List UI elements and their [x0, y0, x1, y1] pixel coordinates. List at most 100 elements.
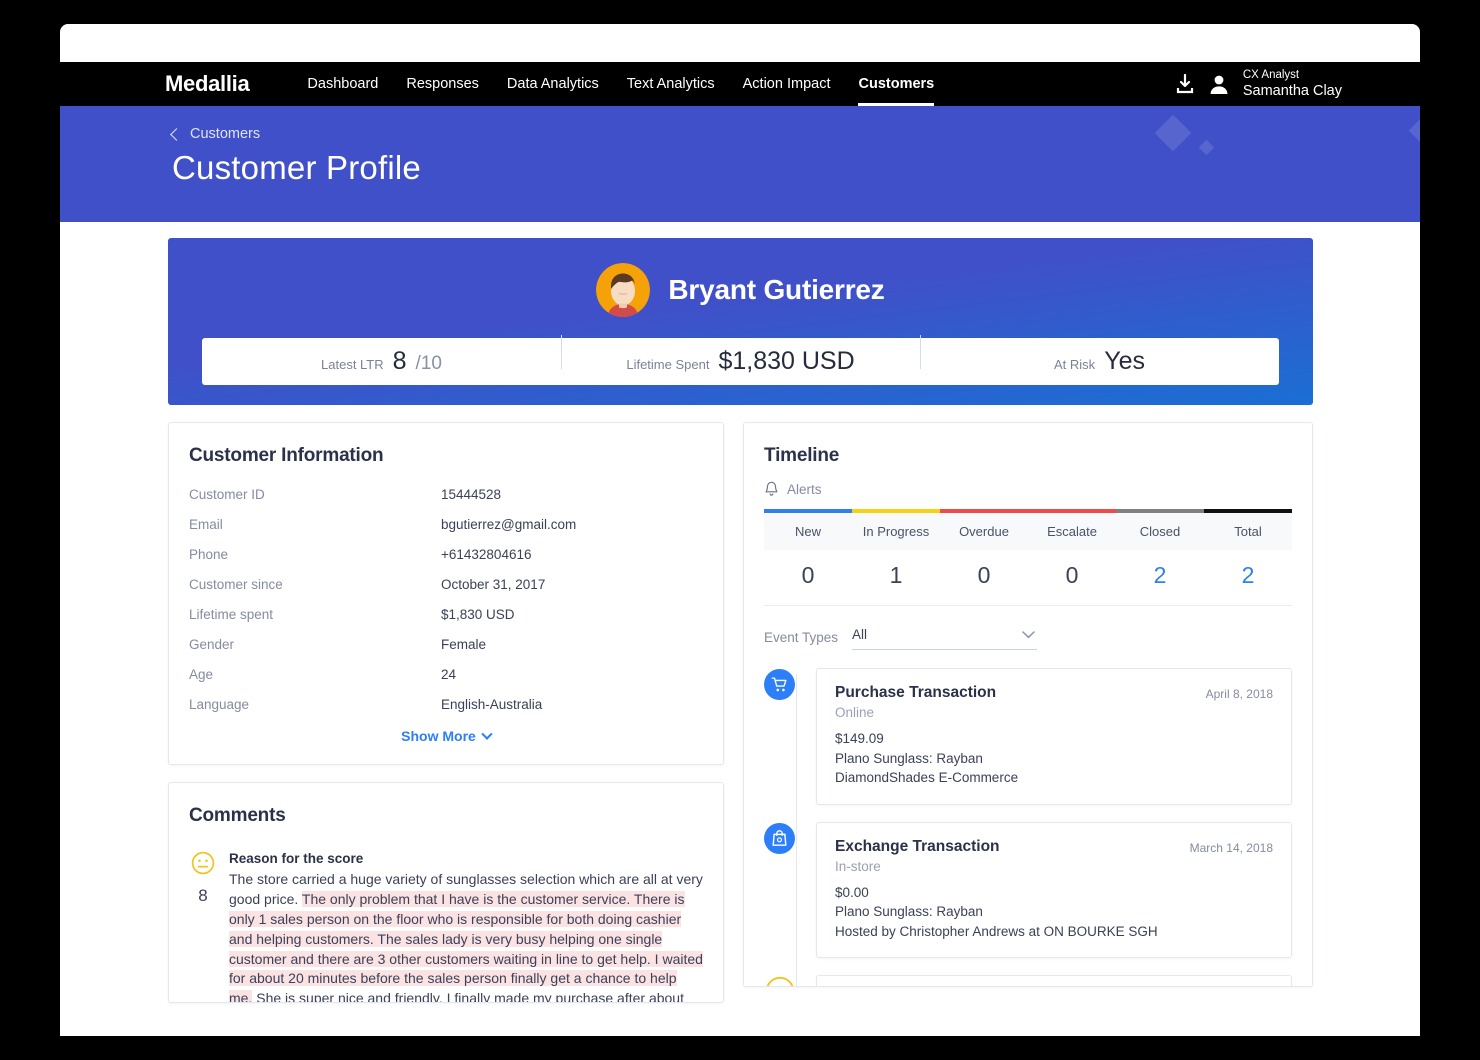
stat-label: Latest LTR	[321, 357, 384, 372]
page-title: Customer Profile	[172, 149, 421, 187]
customer-information-card: Customer Information Customer ID 1544452…	[168, 422, 724, 765]
top-navigation-bar: Medallia Dashboard Responses Data Analyt…	[60, 62, 1420, 106]
left-column: Customer Information Customer ID 1544452…	[168, 422, 724, 1036]
alerts-count[interactable]: 2	[1204, 550, 1292, 605]
alerts-header-row: NewIn ProgressOverdueEscalateClosedTotal	[764, 513, 1292, 550]
stat-latest-ltr: Latest LTR 8 /10	[202, 347, 561, 376]
info-key: Email	[189, 517, 441, 532]
timeline-event-card[interactable]: Purchase Transaction February 26, 2017 I…	[816, 975, 1292, 987]
user-avatar-icon[interactable]	[1209, 73, 1229, 95]
timeline-events: Purchase Transaction April 8, 2018 Onlin…	[764, 668, 1292, 987]
timeline-event-detail-line: DiamondShades E-Commerce	[835, 768, 1273, 788]
alerts-column-header: Overdue	[940, 513, 1028, 550]
download-icon[interactable]	[1175, 73, 1195, 95]
info-key: Phone	[189, 547, 441, 562]
stat-value: Yes	[1104, 347, 1145, 376]
customer-stat-bar: Latest LTR 8 /10 Lifetime Spent $1,830 U…	[202, 338, 1279, 385]
alerts-header: Alerts	[764, 481, 1292, 497]
nav-item-responses[interactable]: Responses	[392, 62, 493, 106]
info-value: $1,830 USD	[441, 607, 515, 622]
timeline-event-card[interactable]: Purchase Transaction April 8, 2018 Onlin…	[816, 668, 1292, 805]
timeline-event-detail-line: Plano Sunglass: Rayban	[835, 749, 1273, 769]
comment-text-block: Reason for the score The store carried a…	[229, 851, 703, 1003]
nav-item-customers[interactable]: Customers	[844, 62, 948, 106]
info-row: Email bgutierrez@gmail.com	[189, 517, 703, 532]
chevron-down-icon	[481, 729, 492, 740]
medallia-logo[interactable]: Medallia	[165, 71, 249, 97]
info-row: Age 24	[189, 667, 703, 682]
timeline-event-channel: Online	[835, 705, 1273, 720]
user-role: CX Analyst	[1243, 68, 1342, 82]
neutral-face-icon	[764, 976, 796, 987]
right-column: Timeline Alerts NewIn ProgressOverdueEsc…	[743, 422, 1313, 1036]
decorative-diamond	[1155, 115, 1192, 152]
stat-value: $1,830 USD	[718, 347, 854, 376]
alerts-count: 1	[852, 550, 940, 605]
nav-item-text-analytics[interactable]: Text Analytics	[613, 62, 729, 106]
customer-information-title: Customer Information	[189, 445, 703, 467]
timeline-event-channel: In-store	[835, 859, 1273, 874]
show-more-button[interactable]: Show More	[169, 728, 723, 744]
comments-title: Comments	[189, 805, 703, 827]
comment-score: 8	[189, 886, 217, 906]
info-row: Lifetime spent $1,830 USD	[189, 607, 703, 622]
comment-heading: Reason for the score	[229, 851, 703, 866]
info-value: October 31, 2017	[441, 577, 545, 592]
neutral-face-icon	[191, 851, 215, 875]
timeline-event-details: $149.09Plano Sunglass: RaybanDiamondShad…	[835, 729, 1273, 788]
alerts-count[interactable]: 2	[1116, 550, 1204, 605]
timeline-event-card[interactable]: Exchange Transaction March 14, 2018 In-s…	[816, 822, 1292, 959]
stat-label: Lifetime Spent	[626, 357, 709, 372]
timeline-event[interactable]: Purchase Transaction April 8, 2018 Onlin…	[816, 668, 1292, 805]
info-value: +61432804616	[441, 547, 531, 562]
breadcrumb-label: Customers	[190, 126, 260, 142]
stat-suffix: /10	[416, 353, 442, 375]
event-types-label: Event Types	[764, 630, 838, 645]
timeline-event[interactable]: 8 Purchase Transaction February 26, 2017…	[816, 975, 1292, 987]
alerts-label: Alerts	[787, 482, 822, 497]
info-key: Customer ID	[189, 487, 441, 502]
stat-lifetime-spent: Lifetime Spent $1,830 USD	[561, 347, 920, 376]
main-nav: Dashboard Responses Data Analytics Text …	[293, 62, 948, 106]
timeline-event-detail-line: Hosted by Christopher Andrews at ON BOUR…	[835, 922, 1273, 942]
timeline-event[interactable]: Exchange Transaction March 14, 2018 In-s…	[816, 822, 1292, 959]
info-value: 15444528	[441, 487, 501, 502]
nav-item-label: Responses	[406, 76, 479, 92]
nav-item-action-impact[interactable]: Action Impact	[729, 62, 845, 106]
alerts-column-header: Escalate	[1028, 513, 1116, 550]
timeline-event-marker	[764, 823, 796, 854]
timeline-event-detail-line: Plano Sunglass: Rayban	[835, 902, 1273, 922]
timeline-event-marker	[764, 669, 796, 700]
chevron-down-icon	[1022, 631, 1035, 639]
stat-at-risk: At Risk Yes	[920, 347, 1279, 376]
customer-avatar	[596, 263, 650, 317]
timeline-event-header: Exchange Transaction March 14, 2018	[835, 838, 1273, 856]
customer-name: Bryant Gutierrez	[668, 274, 884, 306]
nav-item-dashboard[interactable]: Dashboard	[293, 62, 392, 106]
user-name: Samantha Clay	[1243, 82, 1342, 100]
timeline-event-details: $0.00Plano Sunglass: RaybanHosted by Chr…	[835, 883, 1273, 942]
page-content: Bryant Gutierrez Latest LTR 8 /10 Lifeti…	[60, 222, 1420, 1036]
alerts-count: 0	[764, 550, 852, 605]
timeline-event-marker: 8	[764, 976, 796, 987]
event-types-select[interactable]: All	[852, 625, 1037, 650]
nav-item-data-analytics[interactable]: Data Analytics	[493, 62, 613, 106]
info-key: Language	[189, 697, 441, 712]
alerts-count: 0	[1028, 550, 1116, 605]
customer-identity: Bryant Gutierrez	[168, 238, 1313, 317]
breadcrumb[interactable]: Customers	[172, 126, 260, 142]
customer-information-rows: Customer ID 15444528 Email bgutierrez@gm…	[189, 487, 703, 712]
decorative-diamond	[1409, 106, 1420, 162]
chevron-left-icon	[170, 128, 183, 141]
timeline-card: Timeline Alerts NewIn ProgressOverdueEsc…	[743, 422, 1313, 987]
alerts-column-header: Closed	[1116, 513, 1204, 550]
nav-item-label: Dashboard	[307, 76, 378, 92]
alerts-column-header: New	[764, 513, 852, 550]
user-info[interactable]: CX Analyst Samantha Clay	[1243, 68, 1342, 101]
alerts-column-header: Total	[1204, 513, 1292, 550]
columns: Customer Information Customer ID 1544452…	[168, 422, 1313, 1036]
shopping-bag-icon	[764, 823, 795, 854]
timeline-event-detail-line: $149.09	[835, 729, 1273, 749]
timeline-title: Timeline	[764, 445, 1292, 467]
info-row: Language English-Australia	[189, 697, 703, 712]
